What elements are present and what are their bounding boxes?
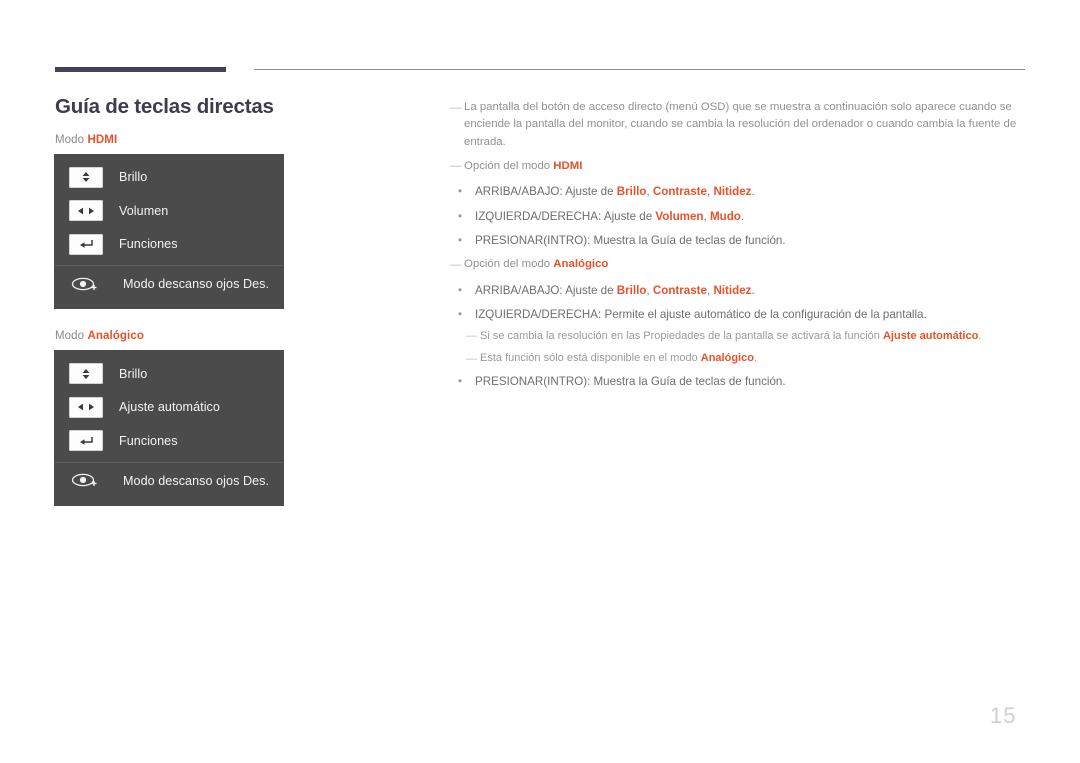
osd-menu-analog: Brillo Ajuste automático Funciones Modo … (55, 351, 283, 505)
note-dash-icon: — (466, 330, 477, 343)
bullet-prefix: IZQUIERDA/DERECHA: Ajuste de (475, 209, 656, 223)
osd-row-funciones[interactable]: Funciones (55, 228, 283, 262)
page-number: 15 (990, 703, 1017, 728)
bullet-text: IZQUIERDA/DERECHA: Permite el ajuste aut… (475, 308, 927, 322)
bullet-suffix: . (740, 209, 745, 223)
subnote-suffix: . (978, 329, 982, 342)
subnote-prefix: Esta función sólo está disponible en el … (480, 352, 701, 365)
analog-section-heading: — Opción del modo Analógico (450, 256, 1030, 273)
hdmi-heading-prefix: Opción del modo (464, 159, 551, 172)
osd-row-funciones[interactable]: Funciones (55, 424, 283, 458)
osd-row-eye-saver[interactable]: Modo descanso ojos Des. (55, 461, 283, 499)
bullet-highlight-3: Nitidez (713, 283, 752, 297)
osd-bottom-padding (55, 302, 283, 308)
eye-plus-icon (69, 471, 101, 490)
bullet-highlight-2: Contraste (652, 283, 707, 297)
bullet-dot-icon: • (458, 185, 463, 199)
intro-note: — La pantalla del botón de acceso direct… (450, 99, 1030, 151)
eye-plus-icon (69, 275, 101, 294)
header-rule-thick (55, 67, 226, 72)
analog-heading-value: Analógico (553, 258, 609, 271)
right-column: — La pantalla del botón de acceso direct… (450, 99, 1030, 397)
hdmi-bullet-list: • ARRIBA/ABAJO: Ajuste de Brillo, Contra… (450, 183, 1030, 249)
bullet-dot-icon: • (458, 374, 463, 388)
list-item: • IZQUIERDA/DERECHA: Permite el ajuste a… (450, 306, 1030, 323)
header-rules (55, 67, 1025, 75)
hdmi-heading-value: HDMI (553, 159, 583, 172)
leftright-arrows-icon (69, 396, 103, 418)
list-item: • ARRIBA/ABAJO: Ajuste de Brillo, Contra… (450, 183, 1030, 200)
bullet-dot-icon: • (458, 234, 463, 248)
osd-label-brillo: Brillo (119, 170, 148, 185)
bullet-highlight-1: Brillo (616, 185, 647, 199)
analog-mode-label: Modo Analógico (55, 330, 425, 342)
note-dash-icon: — (450, 258, 462, 271)
analog-bullet-list: • ARRIBA/ABAJO: Ajuste de Brillo, Contra… (450, 282, 1030, 390)
bullet-text: PRESIONAR(INTRO): Muestra la Guía de tec… (475, 374, 786, 388)
note-dash-icon: — (466, 352, 477, 365)
analog-subnote-1: — Si se cambia la resolución en las Prop… (450, 328, 1030, 345)
bullet-prefix: ARRIBA/ABAJO: Ajuste de (475, 185, 617, 199)
bullet-suffix: . (751, 283, 755, 297)
analog-heading-prefix: Opción del modo (464, 258, 551, 271)
osd-label-volumen: Volumen (119, 203, 169, 218)
note-dash-icon: — (450, 160, 462, 173)
leftright-arrows-icon (69, 200, 103, 222)
list-item: • PRESIONAR(INTRO): Muestra la Guía de t… (450, 373, 1030, 390)
hdmi-mode-value: HDMI (87, 133, 118, 146)
bullet-highlight-2: Contraste (652, 185, 707, 199)
bullet-dot-icon: • (458, 283, 463, 297)
bullet-dot-icon: • (458, 308, 463, 322)
bullet-prefix: PRESIONAR(INTRO): Muestra la Guía de tec… (475, 234, 786, 248)
left-column: Guía de teclas directas Modo HDMI Brillo (55, 95, 425, 505)
subnote-highlight: Analógico (700, 352, 754, 365)
osd-row-eye-saver[interactable]: Modo descanso ojos Des. (55, 265, 283, 302)
note-dash-icon: — (450, 101, 462, 114)
enter-arrow-icon (69, 233, 103, 255)
hdmi-section-heading: — Opción del modo HDMI (450, 158, 1030, 175)
osd-label-funciones: Funciones (119, 433, 178, 448)
osd-row-brillo[interactable]: Brillo (55, 357, 283, 391)
analog-mode-value: Analógico (87, 330, 144, 343)
osd-bottom-padding (55, 499, 283, 505)
list-item: • PRESIONAR(INTRO): Muestra la Guía de t… (450, 232, 1030, 249)
osd-label-funciones: Funciones (119, 237, 178, 252)
enter-arrow-icon (69, 430, 103, 452)
bullet-prefix: ARRIBA/ABAJO: Ajuste de (475, 283, 617, 297)
osd-menu-hdmi: Brillo Volumen Funciones Modo descanso o… (55, 154, 283, 309)
hdmi-mode-label: Modo HDMI (55, 134, 425, 146)
header-rule-thin (254, 69, 1025, 70)
bullet-highlight-3: Nitidez (713, 185, 752, 199)
updown-arrows-icon (69, 166, 103, 188)
bullet-suffix: . (751, 185, 755, 199)
list-item: • ARRIBA/ABAJO: Ajuste de Brillo, Contra… (450, 282, 1030, 299)
hdmi-mode-prefix: Modo (55, 133, 85, 146)
list-item: • IZQUIERDA/DERECHA: Ajuste de Volumen, … (450, 208, 1030, 225)
bullet-highlight-1: Brillo (616, 283, 647, 297)
osd-row-brillo[interactable]: Brillo (55, 161, 283, 195)
bullet-highlight-1: Volumen (655, 209, 704, 223)
osd-row-auto-adjust[interactable]: Ajuste automático (55, 391, 283, 425)
analog-mode-prefix: Modo (55, 330, 85, 343)
bullet-dot-icon: • (458, 209, 463, 223)
updown-arrows-icon (69, 363, 103, 385)
bullet-highlight-2: Mudo (709, 209, 741, 223)
subnote-suffix: . (753, 352, 757, 365)
osd-label-eye-saver: Modo descanso ojos Des. (123, 277, 270, 292)
analog-subnote-2: — Esta función sólo está disponible en e… (450, 350, 1030, 367)
subnote-highlight: Ajuste automático (882, 329, 979, 342)
osd-label-brillo: Brillo (119, 366, 148, 381)
page-title: Guía de teclas directas (55, 95, 274, 118)
osd-label-auto-adjust: Ajuste automático (119, 400, 220, 415)
intro-note-text: La pantalla del botón de acceso directo … (464, 101, 1017, 148)
osd-label-eye-saver: Modo descanso ojos Des. (123, 473, 270, 488)
osd-row-volumen[interactable]: Volumen (55, 194, 283, 228)
subnote-prefix: Si se cambia la resolución en las Propie… (480, 329, 883, 342)
